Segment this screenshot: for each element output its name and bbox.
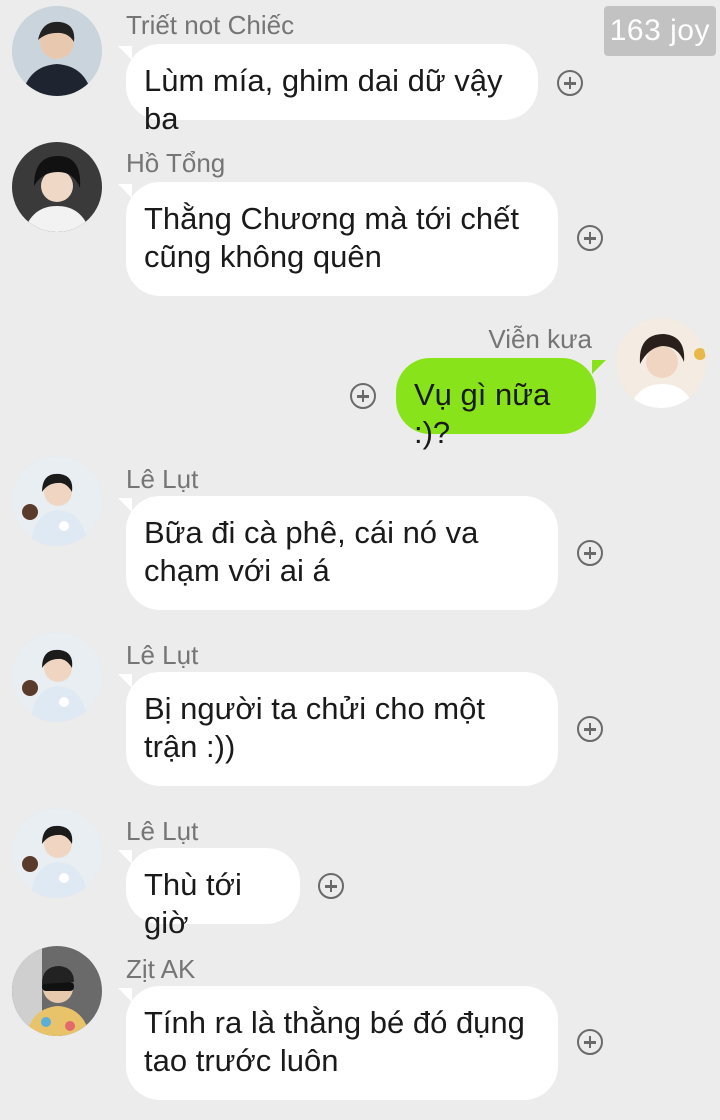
sender-name: Hồ Tổng bbox=[126, 148, 226, 178]
add-reaction-icon[interactable] bbox=[557, 70, 583, 96]
add-reaction-icon[interactable] bbox=[577, 225, 603, 251]
bubble-tail bbox=[592, 360, 606, 374]
bubble-tail bbox=[118, 498, 132, 512]
message-text: Thằng Chương mà tới chết cũng không quên bbox=[144, 201, 520, 274]
add-reaction-icon[interactable] bbox=[577, 540, 603, 566]
add-reaction-icon[interactable] bbox=[577, 1029, 603, 1055]
message-text: Bị người ta chửi cho một trận :)) bbox=[144, 691, 485, 764]
avatar[interactable] bbox=[12, 6, 102, 96]
message-bubble[interactable]: Lùm mía, ghim dai dữ vậy ba bbox=[126, 44, 538, 136]
bubble-tail bbox=[118, 850, 132, 864]
avatar[interactable] bbox=[12, 808, 102, 898]
avatar[interactable] bbox=[12, 142, 102, 232]
message-text: Bữa đi cà phê, cái nó va chạm với ai á bbox=[144, 515, 479, 588]
sender-name: Lê Lụt bbox=[126, 640, 199, 670]
add-reaction-icon[interactable] bbox=[350, 383, 376, 409]
message-text: Vụ gì nữa :)? bbox=[414, 377, 551, 450]
message-bubble[interactable]: Thằng Chương mà tới chết cũng không quên bbox=[126, 182, 558, 296]
message-bubble[interactable]: Bị người ta chửi cho một trận :)) bbox=[126, 672, 558, 786]
add-reaction-icon[interactable] bbox=[318, 873, 344, 899]
message-bubble[interactable]: Tính ra là thằng bé đó đụng tao trước lu… bbox=[126, 986, 558, 1100]
avatar[interactable] bbox=[12, 456, 102, 546]
add-reaction-icon[interactable] bbox=[577, 716, 603, 742]
sender-name: Triết not Chiếc bbox=[126, 10, 295, 40]
sender-name: Viễn kưa bbox=[488, 324, 592, 354]
message-text: Tính ra là thằng bé đó đụng tao trước lu… bbox=[144, 1005, 525, 1078]
message-bubble[interactable]: Bữa đi cà phê, cái nó va chạm với ai á bbox=[126, 496, 558, 610]
sender-name: Lê Lụt bbox=[126, 464, 199, 494]
message-bubble[interactable]: Vụ gì nữa :)? bbox=[396, 358, 596, 450]
sender-name: Zịt AK bbox=[126, 954, 196, 984]
message-bubble[interactable]: Thù tới giờ bbox=[126, 848, 300, 940]
bubble-tail bbox=[118, 46, 132, 60]
message-text: Thù tới giờ bbox=[144, 867, 242, 940]
bubble-tail bbox=[118, 674, 132, 688]
bubble-tail bbox=[118, 184, 132, 198]
message-text: Lùm mía, ghim dai dữ vậy ba bbox=[144, 63, 503, 136]
avatar[interactable] bbox=[12, 946, 102, 1036]
bubble-tail bbox=[118, 988, 132, 1002]
sender-name: Lê Lụt bbox=[126, 816, 199, 846]
avatar[interactable] bbox=[12, 632, 102, 722]
avatar[interactable] bbox=[616, 318, 706, 408]
watermark: 163 joy bbox=[603, 6, 716, 56]
